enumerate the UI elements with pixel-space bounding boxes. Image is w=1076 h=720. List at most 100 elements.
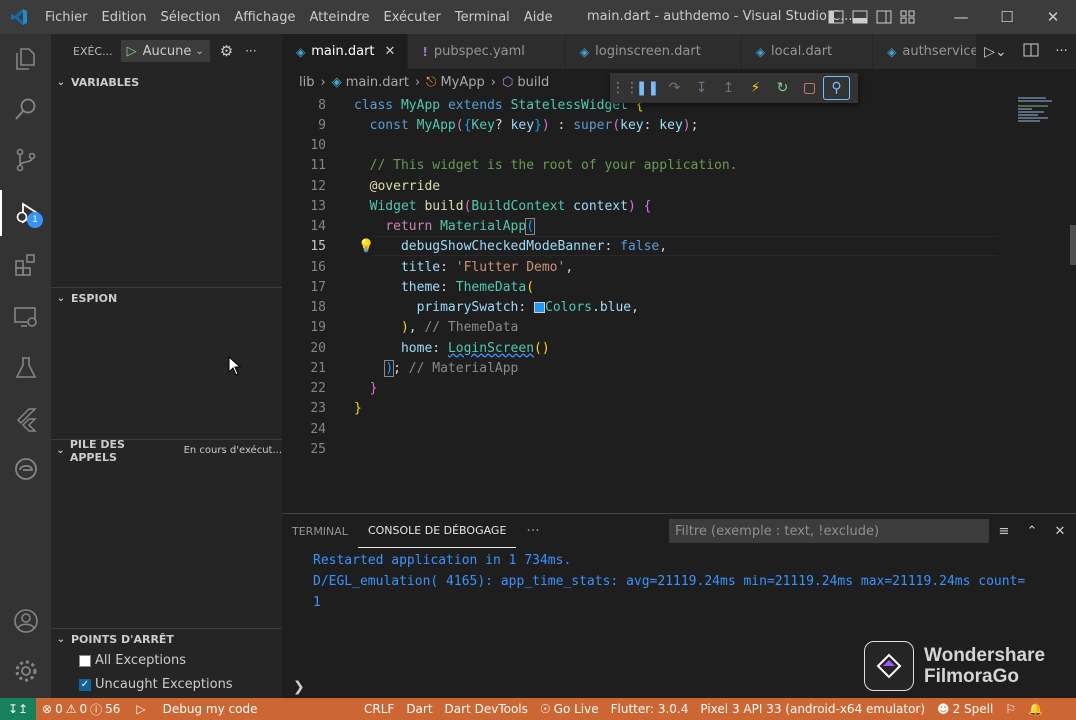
breakpoint-uncaught-exceptions[interactable]: ✓ Uncaught Exceptions: [79, 677, 233, 692]
close-panel-icon[interactable]: ✕: [1050, 520, 1070, 542]
menu-selection[interactable]: Sélection: [153, 10, 227, 25]
tab-debug-console[interactable]: CONSOLE DE DÉBOGAGE: [357, 514, 517, 548]
color-swatch-icon: [534, 301, 546, 313]
breadcrumb-lib[interactable]: lib: [299, 75, 314, 90]
code-editor[interactable]: 8 class MyApp extends StatelessWidget { 9…: [282, 95, 1076, 513]
step-out-icon[interactable]: ↥: [715, 76, 742, 100]
breadcrumb-main-dart[interactable]: main.dart: [346, 75, 409, 90]
clear-console-icon[interactable]: ≡: [994, 520, 1014, 542]
menu-aide[interactable]: Aide: [517, 10, 560, 25]
more-actions-icon[interactable]: ···: [245, 44, 256, 58]
console-prompt-icon[interactable]: ❯: [293, 679, 305, 695]
code-line: 22 }: [282, 378, 1002, 398]
source-control-icon[interactable]: [0, 137, 51, 183]
start-debug-icon[interactable]: ▷: [127, 44, 137, 59]
checkbox-checked[interactable]: ✓: [79, 678, 91, 691]
step-into-icon[interactable]: ↧: [688, 76, 715, 100]
run-debug-icon[interactable]: 1: [0, 190, 51, 236]
menu-affichage[interactable]: Affichage: [227, 10, 302, 25]
tab-label: pubspec.yaml: [433, 44, 525, 59]
explorer-icon[interactable]: [0, 36, 51, 82]
launch-config-select[interactable]: ▷ Aucune ⌄: [120, 40, 210, 62]
menu-fichier[interactable]: Fichier: [38, 10, 95, 25]
debug-status[interactable]: ▷ Debug my code: [130, 702, 263, 716]
stop-icon[interactable]: ▢: [796, 76, 823, 100]
device-status[interactable]: Pixel 3 API 33 (android-x64 emulator): [694, 702, 931, 716]
breakpoint-all-exceptions[interactable]: All Exceptions: [79, 653, 186, 668]
console-line: Restarted application in 1 734ms.: [313, 553, 572, 568]
hot-reload-icon[interactable]: ⚡: [742, 76, 769, 100]
editor-tabs: ◈ main.dart ✕ ! pubspec.yaml ◈ loginscre…: [282, 34, 1076, 69]
tab-label: loginscreen.dart: [595, 44, 701, 59]
step-over-icon[interactable]: ↷: [661, 76, 688, 100]
tab-loginscreen-dart[interactable]: ◈ loginscreen.dart: [565, 34, 742, 69]
menu-terminal[interactable]: Terminal: [448, 10, 517, 25]
drag-handle-icon[interactable]: ⋮⋮: [611, 76, 639, 100]
code-text: title: 'Flutter Demo',: [400, 259, 574, 275]
watch-section-header[interactable]: ⌄ ESPION: [51, 287, 282, 309]
tab-local-dart[interactable]: ◈ local.dart: [741, 34, 874, 69]
spell-status[interactable]: ☻ 2 Spell: [931, 702, 999, 716]
checkbox[interactable]: [79, 654, 91, 667]
watermark: Wondershare FilmoraGo: [864, 641, 1045, 691]
tab-terminal[interactable]: TERMINAL: [282, 514, 358, 548]
panel-tabs: TERMINAL CONSOLE DE DÉBOGAGE ···: [282, 514, 550, 548]
testing-icon[interactable]: [0, 345, 51, 391]
menu-atteindre[interactable]: Atteindre: [302, 10, 376, 25]
editor-scrollbar[interactable]: [1070, 225, 1076, 265]
inspect-widget-icon[interactable]: ⚲: [823, 76, 850, 100]
go-live-status[interactable]: ☉ Go Live: [534, 702, 605, 716]
close-window-button[interactable]: ✕: [1030, 0, 1076, 34]
feedback-icon[interactable]: ⚐: [999, 702, 1022, 716]
breakpoints-section-header[interactable]: ⌄ POINTS D'ARRÊT: [51, 628, 282, 650]
accounts-icon[interactable]: [0, 598, 51, 644]
flutter-icon[interactable]: [0, 396, 51, 442]
mouse-cursor-icon: [228, 355, 242, 380]
manage-gear-icon[interactable]: [0, 648, 51, 694]
debug-console-filter-input[interactable]: [669, 519, 989, 543]
devtools-status[interactable]: Dart DevTools: [439, 702, 534, 716]
notifications-bell-icon[interactable]: 🔔: [1022, 702, 1049, 716]
run-dropdown-icon[interactable]: ▷⌄: [984, 44, 1007, 60]
flutter-version-status[interactable]: Flutter: 3.0.4: [605, 702, 695, 716]
eol-status[interactable]: CRLF: [358, 702, 400, 716]
remote-explorer-icon[interactable]: [0, 294, 51, 340]
more-actions-icon[interactable]: ···: [1055, 44, 1067, 59]
code-line: 23}: [282, 398, 1002, 418]
edge-icon[interactable]: [0, 446, 51, 492]
toggle-primary-sidebar-icon[interactable]: [826, 7, 846, 27]
pause-icon[interactable]: ❚❚: [634, 76, 661, 100]
customize-layout-icon[interactable]: [898, 7, 918, 27]
breadcrumb-myapp[interactable]: MyApp: [440, 75, 484, 90]
code-line: 12 @override: [282, 176, 1002, 196]
variables-section-header[interactable]: ⌄ VARIABLES: [51, 71, 282, 93]
open-launch-gear-icon[interactable]: ⚙: [220, 42, 233, 60]
tab-pubspec-yaml[interactable]: ! pubspec.yaml: [408, 34, 566, 69]
line-number: 16: [310, 259, 326, 275]
problems-status[interactable]: ⊗ 0 ⚠ 0 ⓘ 56: [36, 701, 126, 718]
restart-icon[interactable]: ↻: [769, 76, 796, 100]
tab-main-dart[interactable]: ◈ main.dart ✕: [282, 34, 409, 69]
yaml-icon: !: [422, 44, 428, 59]
more-actions-icon[interactable]: ···: [516, 514, 549, 548]
minimap[interactable]: [994, 95, 1076, 513]
line-number: 10: [310, 137, 326, 153]
maximize-button[interactable]: ☐: [984, 0, 1030, 34]
code-text: }: [369, 380, 378, 396]
toggle-secondary-sidebar-icon[interactable]: [874, 7, 894, 27]
minimize-button[interactable]: —: [938, 0, 984, 34]
language-status[interactable]: Dart: [400, 702, 438, 716]
breadcrumb-build[interactable]: build: [517, 75, 549, 90]
close-icon[interactable]: ✕: [385, 44, 396, 59]
maximize-panel-icon[interactable]: ⌃: [1022, 520, 1042, 542]
search-icon[interactable]: [0, 86, 51, 132]
menu-executer[interactable]: Exécuter: [377, 10, 448, 25]
toggle-panel-icon[interactable]: [850, 7, 870, 27]
split-editor-icon[interactable]: [1023, 43, 1039, 61]
callstack-section-header[interactable]: ⌄ PILE DES APPELS En cours d'exécut...: [51, 438, 282, 464]
code-text: // This widget is the root of your appli…: [369, 157, 738, 173]
spell-label: 2 Spell: [952, 702, 994, 716]
menu-edition[interactable]: Edition: [95, 10, 154, 25]
remote-indicator-icon[interactable]: ↧↥: [0, 698, 36, 720]
extensions-icon[interactable]: [0, 242, 51, 288]
